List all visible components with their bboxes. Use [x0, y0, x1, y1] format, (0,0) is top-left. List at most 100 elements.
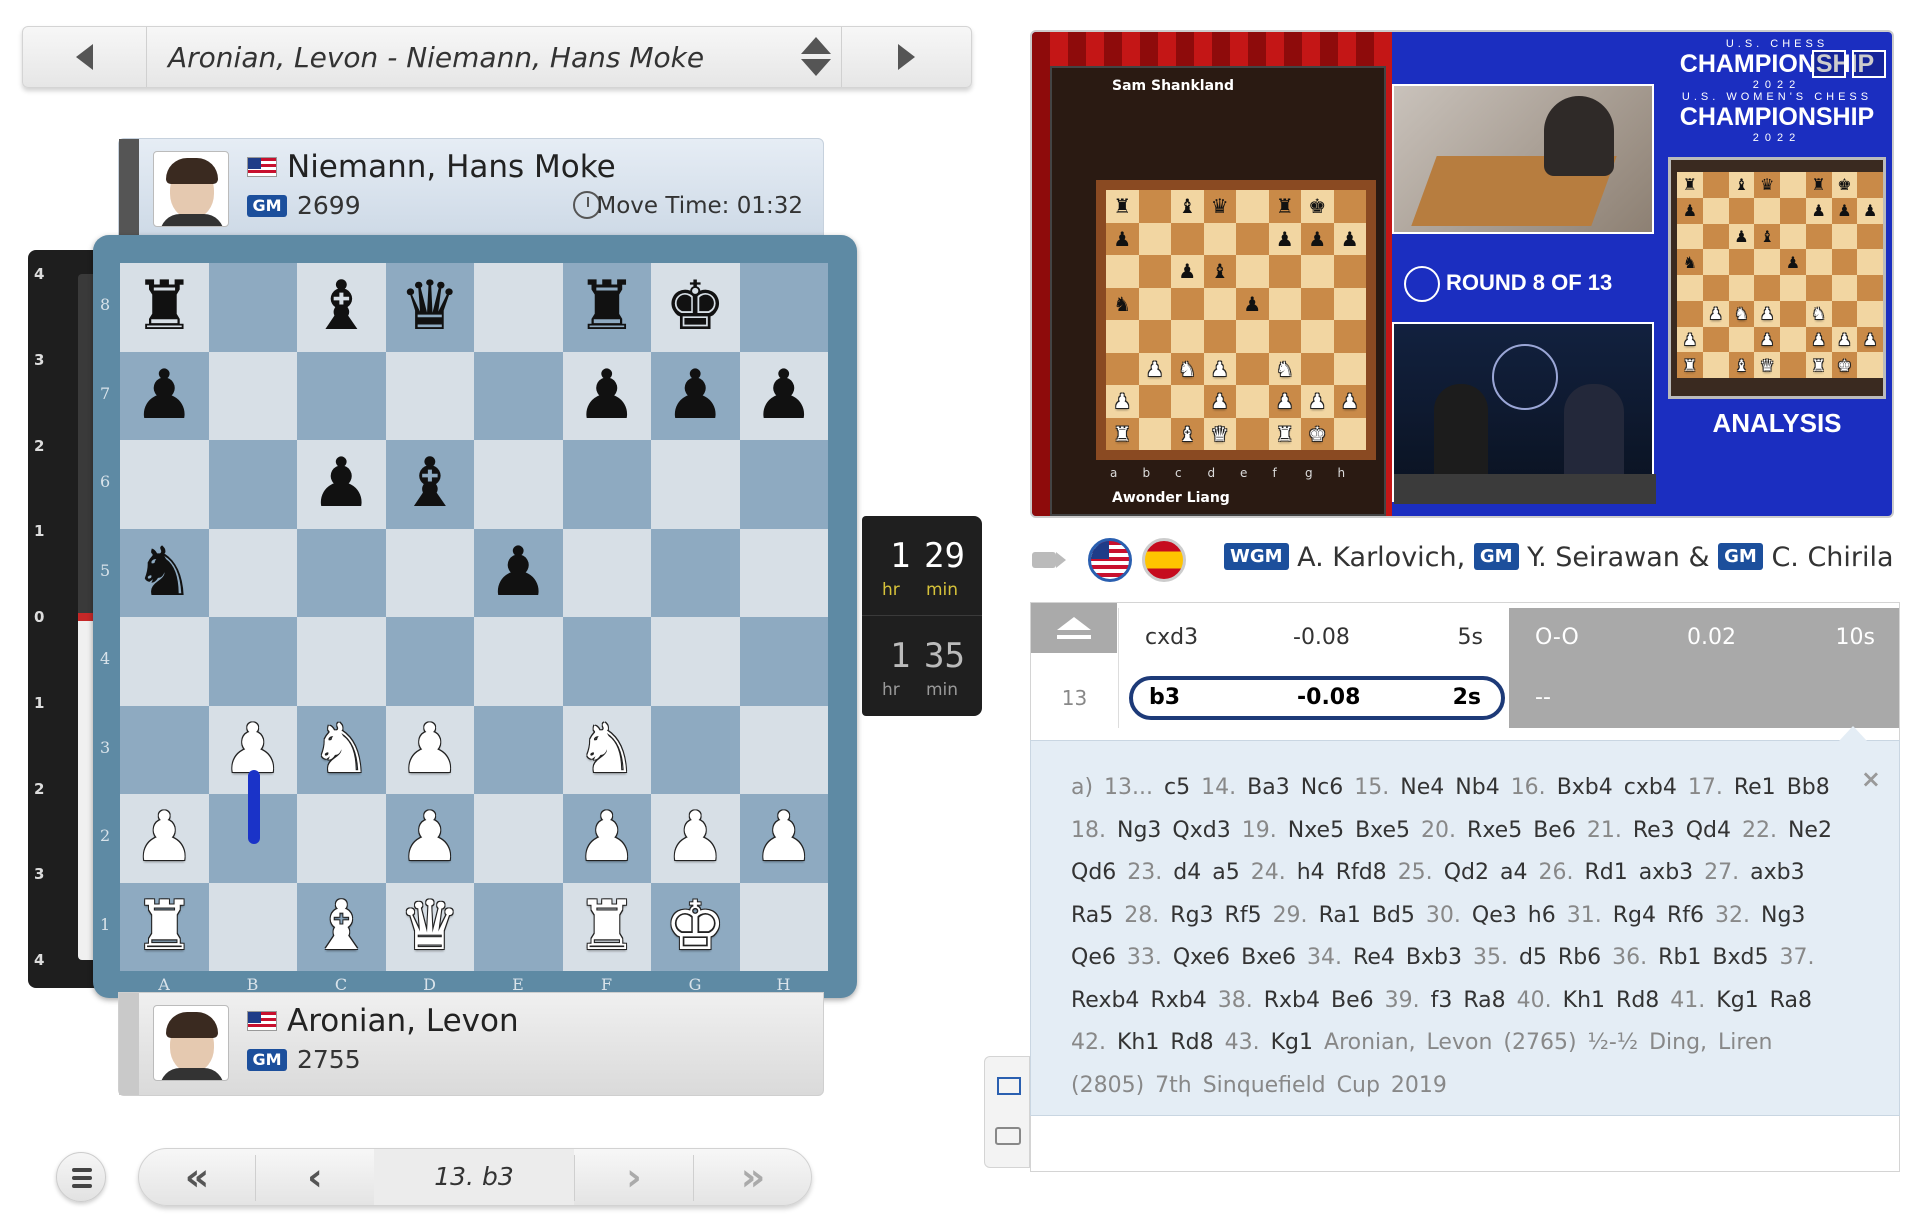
black-rook-icon[interactable]: ♜: [134, 273, 195, 341]
variation-move[interactable]: Ba3: [1247, 775, 1290, 800]
variation-move[interactable]: Re3: [1633, 818, 1675, 843]
black-pawn-icon[interactable]: ♟: [753, 361, 814, 430]
variation-move[interactable]: Kg1: [1271, 1030, 1313, 1055]
variation-move[interactable]: Qd2: [1444, 860, 1489, 885]
square-g8[interactable]: ♚: [651, 263, 740, 352]
square-g2[interactable]: ♟: [651, 794, 740, 883]
square-b4[interactable]: [208, 617, 297, 706]
close-icon[interactable]: ×: [1861, 765, 1881, 793]
white-pawn-icon[interactable]: ♟: [399, 804, 460, 872]
square-f8[interactable]: ♜: [562, 263, 651, 352]
square-g4[interactable]: [651, 617, 740, 706]
variation-move[interactable]: Rfd8: [1336, 860, 1387, 885]
square-f5[interactable]: [562, 528, 651, 617]
popout-icon[interactable]: [1812, 50, 1846, 78]
white-knight-icon[interactable]: ♞: [311, 715, 372, 784]
square-e2[interactable]: [474, 794, 563, 883]
game-selector[interactable]: Aronian, Levon - Niemann, Hans Moke: [22, 26, 972, 88]
first-move-button[interactable]: «: [139, 1149, 255, 1205]
white-pawn-icon[interactable]: ♟: [753, 804, 814, 872]
square-b6[interactable]: [208, 440, 297, 529]
square-h1[interactable]: [739, 882, 828, 971]
white-king-icon[interactable]: ♚: [665, 892, 726, 961]
black-bishop-icon[interactable]: ♝: [311, 273, 372, 341]
variation-move[interactable]: Bb8: [1787, 775, 1830, 800]
variation-move[interactable]: Re1: [1734, 775, 1776, 800]
white-rook-icon[interactable]: ♜: [134, 892, 195, 961]
white-knight-icon[interactable]: ♞: [576, 715, 637, 784]
black-rook-icon[interactable]: ♜: [576, 273, 637, 341]
variation-move[interactable]: Ng3: [1117, 818, 1161, 843]
square-d8[interactable]: ♛: [385, 263, 474, 352]
variation-move[interactable]: Ra8: [1770, 988, 1812, 1013]
chat-icon[interactable]: [995, 1127, 1021, 1145]
square-f4[interactable]: [562, 617, 651, 706]
spanish-flag-icon[interactable]: [1142, 538, 1186, 582]
square-b1[interactable]: [208, 882, 297, 971]
variation-move[interactable]: axb3: [1750, 860, 1804, 885]
square-h7[interactable]: ♟: [739, 351, 828, 440]
square-g5[interactable]: [651, 528, 740, 617]
last-move-button[interactable]: »: [694, 1149, 812, 1205]
square-g1[interactable]: ♚: [651, 882, 740, 971]
variation-move[interactable]: f3: [1431, 988, 1453, 1013]
variation-move[interactable]: Rb6: [1558, 945, 1601, 970]
square-f2[interactable]: ♟: [562, 794, 651, 883]
white-rook-icon[interactable]: ♜: [576, 892, 637, 961]
square-b8[interactable]: [208, 263, 297, 352]
square-c3[interactable]: ♞: [297, 705, 386, 794]
square-h4[interactable]: [739, 617, 828, 706]
square-h6[interactable]: [739, 440, 828, 529]
variation-move[interactable]: Qe3: [1472, 903, 1517, 928]
fullscreen-icon[interactable]: [1852, 50, 1886, 78]
black-pawn-icon[interactable]: ♟: [311, 450, 372, 518]
black-pawn-icon[interactable]: ♟: [665, 361, 726, 430]
square-a3[interactable]: [120, 705, 209, 794]
white-pawn-icon[interactable]: ♟: [576, 804, 637, 872]
variation-move[interactable]: c5: [1164, 775, 1190, 800]
square-g7[interactable]: ♟: [651, 351, 740, 440]
square-g3[interactable]: [651, 705, 740, 794]
variation-move[interactable]: Rg4: [1613, 903, 1656, 928]
variation-move[interactable]: Kg1: [1716, 988, 1758, 1013]
previous-game-button[interactable]: [23, 27, 147, 87]
camera-icon[interactable]: [1030, 546, 1070, 576]
variation-move[interactable]: Bxe6: [1241, 945, 1296, 970]
white-move[interactable]: cxd3 -0.08 5s: [1119, 608, 1509, 668]
variation-move[interactable]: Qd6: [1071, 860, 1116, 885]
square-a6[interactable]: [120, 440, 209, 529]
square-c1[interactable]: ♝: [297, 882, 386, 971]
square-e4[interactable]: [474, 617, 563, 706]
previous-move-button[interactable]: ‹: [256, 1149, 374, 1205]
variation-move[interactable]: Qd4: [1686, 818, 1731, 843]
square-h8[interactable]: [739, 263, 828, 352]
notation-list-icon[interactable]: [997, 1077, 1021, 1095]
variation-move[interactable]: Nc6: [1301, 775, 1344, 800]
next-move-button[interactable]: ›: [575, 1149, 693, 1205]
black-queen-icon[interactable]: ♛: [399, 273, 460, 341]
variation-move[interactable]: Bd5: [1372, 903, 1415, 928]
square-e5[interactable]: ♟: [474, 528, 563, 617]
black-move[interactable]: --: [1509, 668, 1899, 728]
chess-board[interactable]: ♜ ♝ ♛ ♜ ♚ ♟ ♟ ♟ ♟ ♟ ♝ ♞ ♟ ♟ ♞ ♟ ♞ ♟ ♟ ♟ ♟ ♟ ♜ ♝ ♛ ♜ ♚: [120, 263, 828, 971]
square-f3[interactable]: ♞: [562, 705, 651, 794]
square-d2[interactable]: ♟: [385, 794, 474, 883]
square-a4[interactable]: [120, 617, 209, 706]
next-game-button[interactable]: [841, 27, 971, 87]
variation-move[interactable]: Rg3: [1170, 903, 1213, 928]
square-c4[interactable]: [297, 617, 386, 706]
current-move-highlight[interactable]: b3 -0.08 2s: [1129, 676, 1505, 720]
variation-move[interactable]: Bxe5: [1355, 818, 1410, 843]
variation-move[interactable]: h4: [1297, 860, 1325, 885]
english-flag-icon[interactable]: [1088, 538, 1132, 582]
variation-move[interactable]: Rexb4: [1071, 988, 1139, 1013]
black-knight-icon[interactable]: ♞: [134, 538, 195, 607]
square-e6[interactable]: [474, 440, 563, 529]
variation-move[interactable]: Be6: [1331, 988, 1374, 1013]
square-d3[interactable]: ♟: [385, 705, 474, 794]
square-a1[interactable]: ♜: [120, 882, 209, 971]
variation-move[interactable]: Kh1: [1117, 1030, 1159, 1055]
variation-move[interactable]: cxb4: [1624, 775, 1677, 800]
variation-move[interactable]: Qxe6: [1173, 945, 1230, 970]
square-f1[interactable]: ♜: [562, 882, 651, 971]
